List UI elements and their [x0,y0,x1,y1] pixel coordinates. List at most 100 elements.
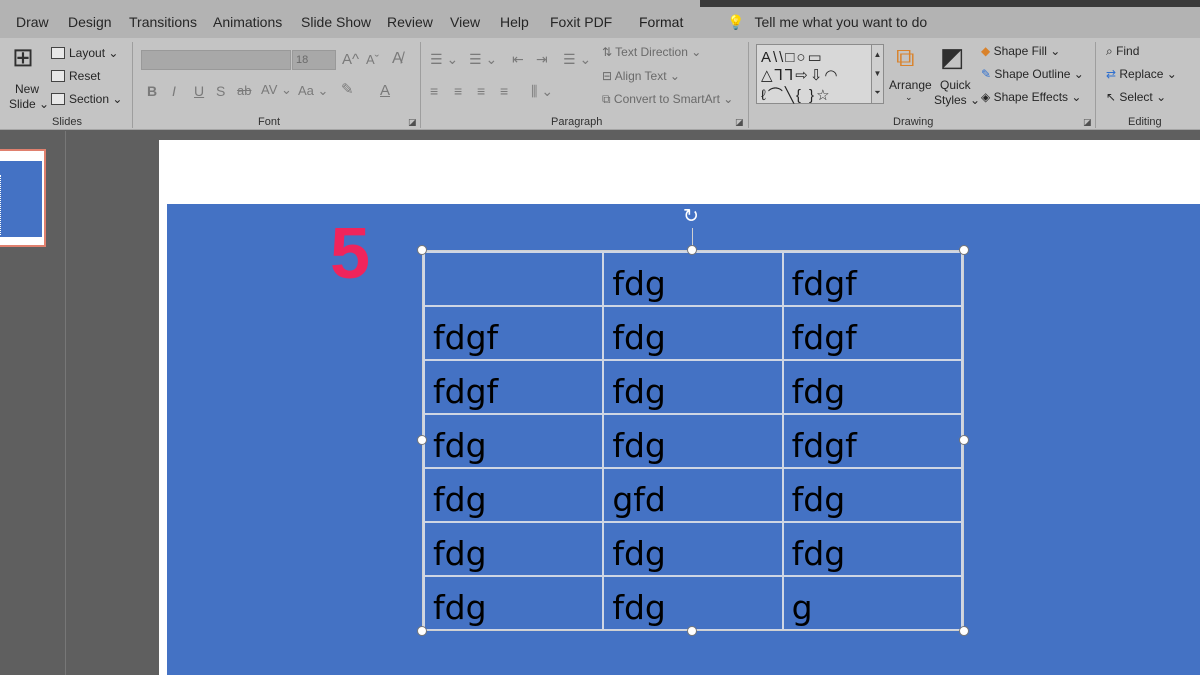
table-cell[interactable]: fdgf [422,305,605,361]
tab-draw[interactable]: Draw [16,14,49,30]
font-size-box[interactable]: 18 [292,50,336,70]
underline-button[interactable]: U [194,84,204,98]
shape-effects-button[interactable]: ◈ Shape Effects ⌄ [981,90,1081,104]
resize-handle-top-left[interactable] [417,245,427,255]
table-cell[interactable]: gfd [602,467,784,523]
quick-styles-label-1: Quick [940,78,971,92]
table-cell[interactable]: g [781,575,964,631]
decrease-indent-icon[interactable]: ⇤ [512,52,524,66]
align-right-icon[interactable]: ≡ [477,84,485,98]
tab-transitions[interactable]: Transitions [129,14,197,30]
resize-handle-bottom-left[interactable] [417,626,427,636]
reset-button[interactable]: Reset [51,69,100,83]
table-cell[interactable]: fdg [781,467,964,523]
table-cell[interactable]: fdgf [781,413,964,469]
table-cell[interactable]: fdg [422,521,605,577]
table-cell[interactable]: fdg [781,521,964,577]
table-cell[interactable]: fdg [602,251,784,307]
font-name-box[interactable] [141,50,291,70]
line-spacing-icon[interactable]: ☰ ⌄ [563,52,591,66]
select-button[interactable]: ↖ Select ⌄ [1106,90,1166,104]
table-cell[interactable]: fdg [602,305,784,361]
highlight-icon[interactable]: ✎ [341,82,354,97]
table-cell[interactable]: fdgf [422,359,605,415]
bullets-icon[interactable]: ☰ ⌄ [430,52,458,66]
shadow-button[interactable]: S [216,84,225,98]
new-slide-label-2: Slide ⌄ [9,97,50,111]
table-row: fdg fdg fdg [422,521,964,577]
font-color-icon[interactable]: A [380,83,390,98]
resize-handle-right[interactable] [959,435,969,445]
align-center-icon[interactable]: ≡ [454,84,462,98]
tab-review[interactable]: Review [387,14,433,30]
justify-icon[interactable]: ≡ [500,84,508,98]
resize-handle-bottom[interactable] [687,626,697,636]
tab-format[interactable]: Format [639,14,683,30]
numbering-icon[interactable]: ☰ ⌄ [469,52,497,66]
table-cell[interactable]: fdgf [781,251,964,307]
rotate-handle-icon[interactable]: ↻ [683,207,699,226]
layout-icon [51,47,65,59]
layout-button[interactable]: Layout ⌄ [51,46,118,60]
tab-animations[interactable]: Animations [213,14,282,30]
find-button[interactable]: ⌕ Find [1106,44,1139,59]
tab-design[interactable]: Design [68,14,112,30]
quick-styles-label-2: Styles ⌄ [934,93,981,107]
font-dialog-launcher-icon[interactable]: ◪ [408,117,417,128]
clear-format-icon[interactable]: A̸ [392,51,403,67]
shrink-font-icon[interactable]: Aˇ [366,53,379,66]
text-direction-button[interactable]: ⇅ Text Direction ⌄ [602,45,701,59]
table-cell[interactable]: fdg [781,359,964,415]
italic-button[interactable]: I [172,84,176,98]
table-cell[interactable] [422,251,605,307]
resize-handle-left[interactable] [417,435,427,445]
char-spacing-button[interactable]: AV ⌄ [261,83,292,96]
table-cell[interactable]: fdgf [781,305,964,361]
change-case-button[interactable]: Aa ⌄ [298,84,328,97]
shape-effects-label: Shape Effects ⌄ [993,90,1082,104]
table-cell[interactable]: fdg [422,575,605,631]
bold-button[interactable]: B [147,84,157,98]
align-text-button[interactable]: ⊟ Align Text ⌄ [602,69,680,83]
resize-handle-bottom-right[interactable] [959,626,969,636]
slide-table[interactable]: fdg fdgf fdgf fdg fdgf fdgf fdg fdg fdg … [422,251,964,631]
align-left-icon[interactable]: ≡ [430,84,438,98]
scroll-up-icon[interactable]: ▲ [874,50,882,59]
increase-indent-icon[interactable]: ⇥ [536,52,548,66]
slide-number-text[interactable]: 5 [330,218,370,290]
resize-handle-top-right[interactable] [959,245,969,255]
table-cell[interactable]: fdg [602,521,784,577]
replace-button[interactable]: ⇄ Replace ⌄ [1106,67,1177,81]
tab-slide-show[interactable]: Slide Show [301,14,371,30]
section-button[interactable]: Section ⌄ [51,92,122,106]
table-cell[interactable]: fdg [602,575,784,631]
table-cell[interactable]: fdg [422,467,605,523]
slide-thumbnail[interactable] [0,149,46,247]
columns-icon[interactable]: ⫼ ⌄ [531,84,553,98]
table-cell[interactable]: fdg [422,413,605,469]
more-icon[interactable]: ⏷ [874,88,880,97]
tab-view[interactable]: View [450,14,480,30]
table-cell[interactable]: fdg [602,359,784,415]
tab-foxit-pdf[interactable]: Foxit PDF [550,14,612,30]
strikethrough-button[interactable]: ab [237,84,251,97]
drawing-dialog-launcher-icon[interactable]: ◪ [1083,117,1092,128]
grow-font-icon[interactable]: A^ [342,52,359,67]
resize-handle-top[interactable] [687,245,697,255]
pen-outline-icon: ✎ [981,67,995,81]
scroll-down-icon[interactable]: ▼ [874,69,882,78]
table-row: fdg gfd fdg [422,467,964,523]
tell-me-search[interactable]: 💡 Tell me what you want to do [727,14,927,31]
gallery-scroll[interactable]: ▲ ▼ ⏷ [871,45,883,103]
paragraph-dialog-launcher-icon[interactable]: ◪ [735,117,744,128]
table-row: fdg fdgf [422,251,964,307]
paint-bucket-icon: ◆ [981,44,994,58]
shapes-gallery[interactable]: A\\□○▭ △⅂⅂⇨⇩◠ ℓ⌒╲{ }☆ ▲ ▼ ⏷ [756,44,884,104]
reset-icon [51,70,65,82]
convert-smartart-button[interactable]: ⧉ Convert to SmartArt ⌄ [602,92,733,107]
shape-fill-button[interactable]: ◆ Shape Fill ⌄ [981,44,1060,58]
shape-outline-button[interactable]: ✎ Shape Outline ⌄ [981,67,1084,81]
tab-help[interactable]: Help [500,14,529,30]
shape-outline-label: Shape Outline ⌄ [994,67,1084,81]
table-cell[interactable]: fdg [602,413,784,469]
